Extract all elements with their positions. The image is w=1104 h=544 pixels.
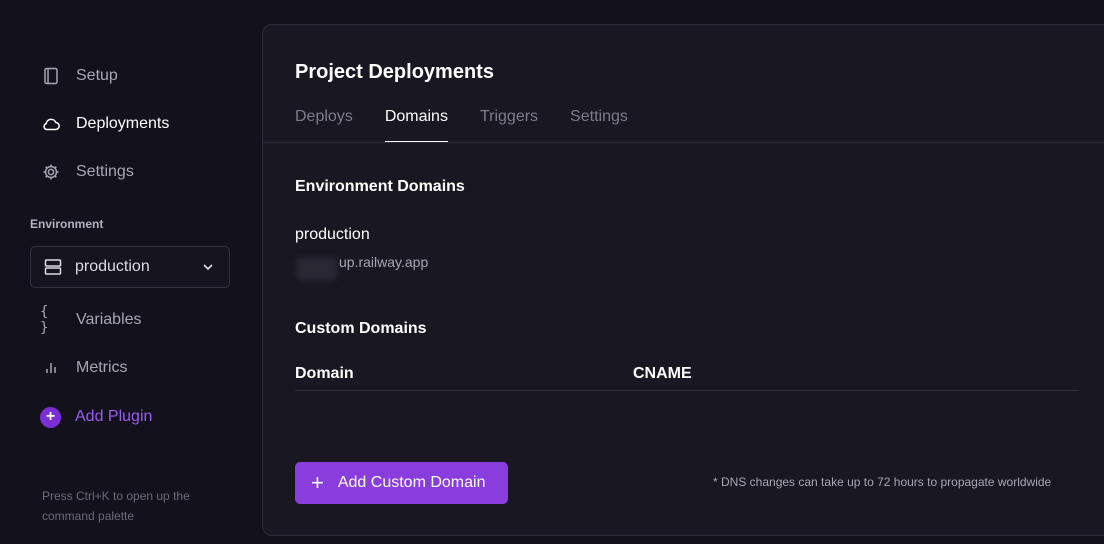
sidebar-item-variables[interactable]: { } Variables bbox=[40, 304, 142, 336]
sidebar-item-label: Setup bbox=[76, 67, 118, 84]
sidebar-item-setup[interactable]: Setup bbox=[40, 62, 118, 90]
table-header-divider bbox=[295, 390, 1079, 391]
plus-icon: + bbox=[311, 470, 324, 495]
page-title: Project Deployments bbox=[295, 61, 494, 83]
tab-bar: Deploys Domains Triggers Settings bbox=[295, 107, 628, 143]
tab-settings[interactable]: Settings bbox=[570, 107, 628, 143]
tab-domains[interactable]: Domains bbox=[384, 107, 449, 143]
environment-name: production bbox=[295, 226, 370, 243]
tab-deploys[interactable]: Deploys bbox=[295, 107, 353, 143]
sidebar-item-label: Variables bbox=[76, 311, 142, 328]
sidebar: Setup Deployments Settings Environment p… bbox=[0, 0, 262, 544]
environment-label: Environment bbox=[30, 217, 104, 231]
add-plugin-button[interactable]: + Add Plugin bbox=[40, 403, 152, 431]
cloud-icon bbox=[40, 113, 62, 135]
braces-icon: { } bbox=[40, 304, 49, 336]
gear-icon bbox=[40, 161, 62, 183]
main-panel: Project Deployments Deploys Domains Trig… bbox=[262, 24, 1104, 536]
sidebar-item-label: Metrics bbox=[76, 359, 128, 376]
environment-select-value: production bbox=[75, 258, 150, 275]
command-palette-hint: Press Ctrl+K to open up the command pale… bbox=[42, 489, 190, 523]
column-header-domain: Domain bbox=[295, 365, 354, 382]
sidebar-item-label: Settings bbox=[76, 163, 134, 180]
sidebar-item-metrics[interactable]: Metrics bbox=[40, 354, 128, 382]
environment-domain-link[interactable]: up.railway.app bbox=[339, 254, 428, 270]
column-header-cname: CNAME bbox=[633, 365, 692, 382]
environment-domains-title: Environment Domains bbox=[295, 178, 465, 195]
custom-domains-title: Custom Domains bbox=[295, 320, 427, 337]
dns-note: * DNS changes can take up to 72 hours to… bbox=[713, 475, 1052, 489]
environment-select[interactable]: production bbox=[30, 246, 230, 288]
redacted-subdomain bbox=[297, 258, 337, 280]
sidebar-item-deployments[interactable]: Deployments bbox=[40, 110, 169, 138]
chevron-down-icon bbox=[201, 260, 215, 274]
server-icon bbox=[43, 257, 63, 277]
tabs-divider bbox=[263, 142, 1104, 143]
add-plugin-label: Add Plugin bbox=[75, 408, 153, 425]
add-custom-domain-label: Add Custom Domain bbox=[337, 474, 486, 491]
add-custom-domain-button[interactable]: + Add Custom Domain bbox=[295, 462, 508, 504]
book-icon bbox=[40, 65, 62, 87]
bar-chart-icon bbox=[40, 357, 62, 379]
sidebar-item-label: Deployments bbox=[76, 115, 170, 132]
sidebar-item-settings[interactable]: Settings bbox=[40, 158, 134, 186]
plus-icon: + bbox=[40, 406, 61, 428]
tab-triggers[interactable]: Triggers bbox=[480, 107, 538, 143]
